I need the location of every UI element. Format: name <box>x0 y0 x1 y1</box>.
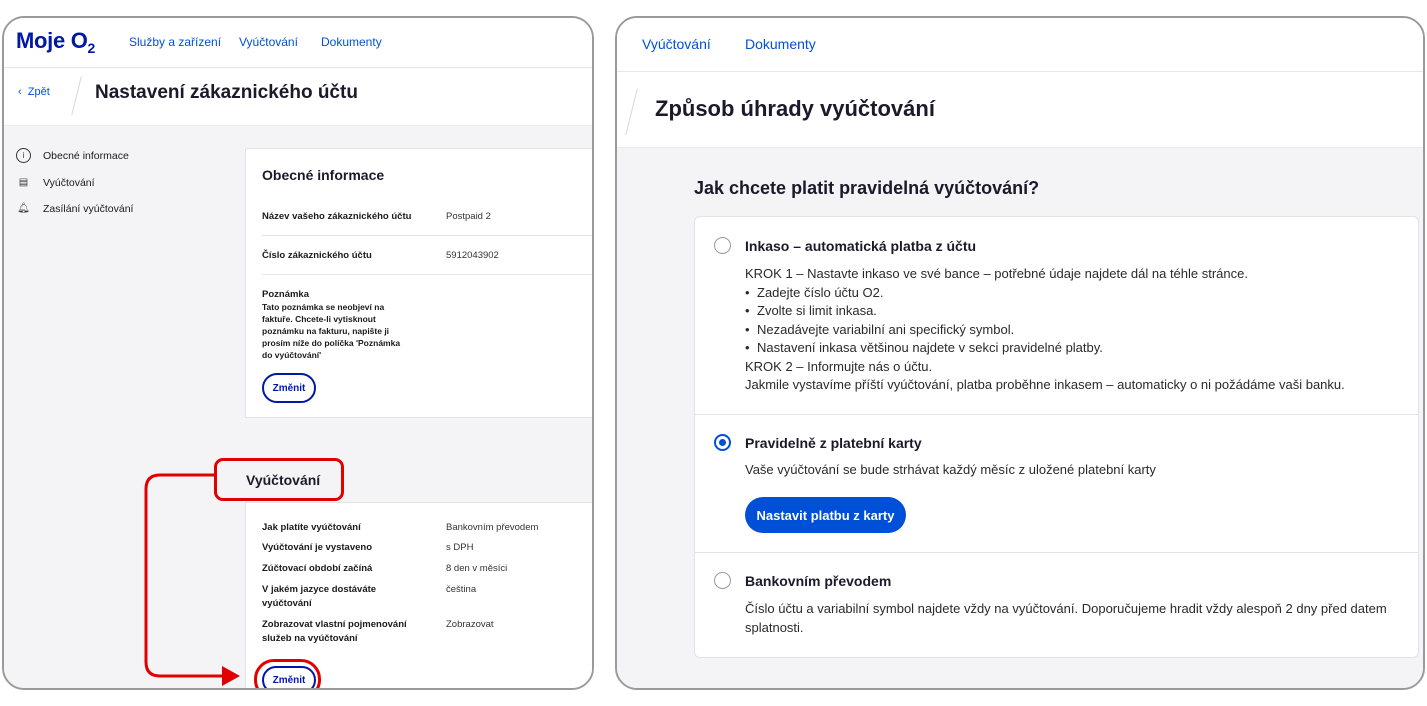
note-text: Tato poznámka se neobjeví na faktuře. Ch… <box>262 302 401 360</box>
info-row-value: 5912043902 <box>446 250 499 261</box>
billing-icon: ▤ <box>18 177 29 188</box>
option-bank-transfer[interactable]: Bankovním převodem Číslo účtu a variabil… <box>695 553 1418 657</box>
general-info-card: Obecné informace Název vašeho zákaznické… <box>245 148 592 418</box>
logo-text: Moje O <box>16 28 88 53</box>
option-description: Vaše vyúčtování se bude strhávat každý m… <box>745 462 1156 477</box>
sidebar-item-sending[interactable]: 🔔︎ Zasílání vyúčtování <box>16 201 133 216</box>
step-2-description: Jakmile vystavíme příští vyúčtování, pla… <box>745 377 1345 392</box>
info-row-value: Postpaid 2 <box>446 211 491 222</box>
sidebar-item-label: Zasílání vyúčtování <box>43 202 134 215</box>
billing-row-key: Jak platíte vyúčtování <box>262 522 361 533</box>
info-row-key: Číslo zákaznického účtu <box>262 250 372 261</box>
option-label: Pravidelně z platební karty <box>745 435 922 451</box>
payment-options-card: Inkaso – automatická platba z účtu KROK … <box>694 216 1419 658</box>
bell-icon: 🔔︎ <box>17 203 30 214</box>
set-card-payment-button[interactable]: Nastavit platbu z karty <box>745 497 906 533</box>
option-label: Inkaso – automatická platba z účtu <box>745 238 977 254</box>
steps-list: Zadejte číslo účtu O2. Zvolte si limit i… <box>745 284 1345 358</box>
option-description: KROK 1 – Nastavte inkaso ve své bance – … <box>745 265 1345 395</box>
highlight-change-button <box>254 659 321 688</box>
billing-row-value: Bankovním převodem <box>446 522 539 533</box>
option-description: Číslo účtu a variabilní symbol najdete v… <box>745 601 1387 635</box>
header-divider <box>625 88 638 136</box>
sidebar-item-label: Obecné informace <box>43 149 129 162</box>
info-row-key: Název vašeho zákaznického účtu <box>262 211 412 222</box>
nav-sluzby[interactable]: Služby a zařízení <box>129 35 221 49</box>
nav-vyuctovani[interactable]: Vyúčtování <box>642 36 711 52</box>
change-general-button[interactable]: Změnit <box>262 373 316 403</box>
billing-row-key: Vyúčtování je vystaveno <box>262 542 373 553</box>
sidebar-item-label: Vyúčtování <box>43 176 95 189</box>
option-label: Bankovním převodem <box>745 573 892 589</box>
billing-row-value: Zobrazovat <box>446 619 494 630</box>
back-label: Zpět <box>27 86 50 98</box>
option-card-payment[interactable]: Pravidelně z platební karty Vaše vyúčtov… <box>695 415 1418 552</box>
radio-direct-debit[interactable] <box>714 237 731 254</box>
billing-row-value: 8 den v měsíci <box>446 563 508 574</box>
page-title: Způsob úhrady vyúčtování <box>655 96 935 121</box>
sidebar-item-billing[interactable]: ▤ Vyúčtování <box>16 175 95 190</box>
list-item: Zadejte číslo účtu O2. <box>757 284 1345 303</box>
right-navigation: Vyúčtování Dokumenty <box>617 18 1423 72</box>
top-navigation: Moje O2 Služby a zařízení Vyúčtování Dok… <box>4 18 592 68</box>
list-item: Nezadávejte variabilní ani specifický sy… <box>757 321 1345 340</box>
header-divider <box>71 76 82 116</box>
left-content: i Obecné informace ▤ Vyúčtování 🔔︎ Zasílání… <box>4 126 592 688</box>
right-screenshot-panel: Vyúčtování Dokumenty Způsob úhrady vyúčt… <box>615 16 1425 690</box>
billing-row-key: V jakém jazyce dostáváte vyúčtování <box>262 584 377 609</box>
general-info-title: Obecné informace <box>262 167 385 183</box>
divider <box>262 235 592 236</box>
o2-logo[interactable]: Moje O2 <box>16 28 96 56</box>
billing-row-value: s DPH <box>446 542 474 553</box>
sidebar-item-general[interactable]: i Obecné informace <box>16 148 129 163</box>
back-link[interactable]: ‹ Zpět <box>18 86 50 98</box>
right-page-header: Způsob úhrady vyúčtování <box>617 72 1423 148</box>
option-direct-debit[interactable]: Inkaso – automatická platba z účtu KROK … <box>695 217 1418 414</box>
payment-question: Jak chcete platit pravidelná vyúčtování? <box>694 178 1040 198</box>
step-2-text: KROK 2 – Informujte nás o účtu. <box>745 358 933 374</box>
list-item: Zvolte si limit inkasa. <box>757 302 1345 321</box>
chevron-left-icon: ‹ <box>18 86 28 98</box>
billing-row-value: čeština <box>446 584 477 595</box>
right-content: Jak chcete platit pravidelná vyúčtování?… <box>617 148 1423 688</box>
step-1-text: KROK 1 – Nastavte inkaso ve své bance – … <box>745 266 1248 281</box>
left-screenshot-panel: Moje O2 Služby a zařízení Vyúčtování Dok… <box>2 16 594 690</box>
radio-card-payment[interactable] <box>714 434 731 451</box>
nav-dokumenty[interactable]: Dokumenty <box>745 36 816 52</box>
radio-bank-transfer[interactable] <box>714 572 731 589</box>
list-item: Nastavení inkasa většinou najdete v sekc… <box>757 339 1345 358</box>
billing-row-key: Zobrazovat vlastní pojmenování služeb na… <box>262 619 407 644</box>
page-title: Nastavení zákaznického účtu <box>95 82 358 103</box>
logo-subscript: 2 <box>87 40 96 56</box>
red-arrow <box>144 473 240 686</box>
info-icon: i <box>16 148 31 163</box>
nav-vyuctovani[interactable]: Vyúčtování <box>239 35 298 49</box>
billing-row-key: Zúčtovací období začíná <box>262 563 373 574</box>
note-block: Poznámka Tato poznámka se neobjeví na fa… <box>262 289 410 361</box>
divider <box>262 274 592 275</box>
page-header: ‹ Zpět Nastavení zákaznického účtu <box>4 68 592 126</box>
nav-dokumenty[interactable]: Dokumenty <box>321 35 382 49</box>
note-title: Poznámka <box>262 289 309 300</box>
